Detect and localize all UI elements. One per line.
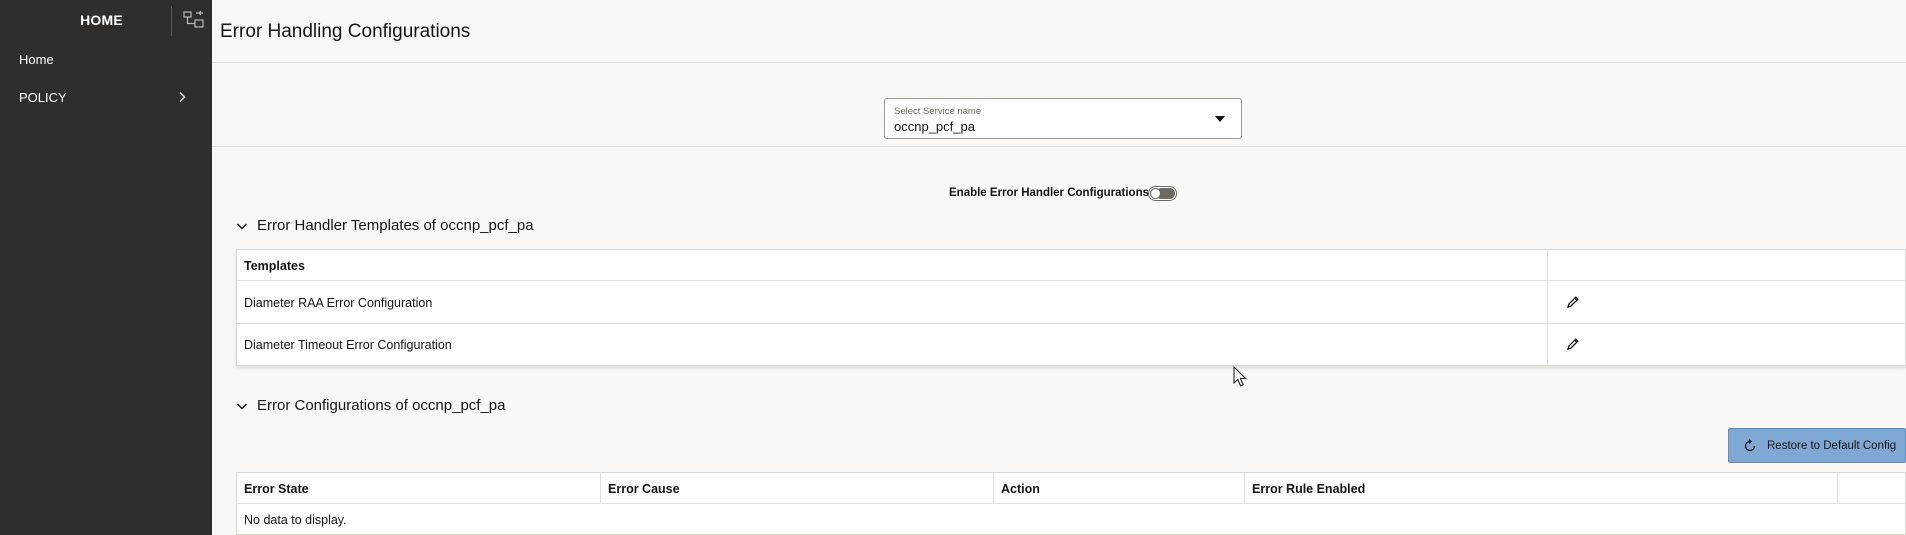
templates-section-title: Error Handler Templates of occnp_pcf_pa — [257, 217, 534, 234]
empty-table-message: No data to display. — [244, 513, 347, 527]
pencil-icon[interactable] — [1565, 336, 1581, 352]
sidebar-divider — [171, 6, 172, 36]
column-header-action[interactable]: Action — [994, 473, 1245, 504]
toggle-knob — [1150, 188, 1161, 199]
chevron-down-icon — [237, 403, 247, 410]
column-header-label: Error State — [244, 482, 309, 496]
restore-button-label: Restore to Default Config — [1767, 440, 1897, 452]
column-header-error-state[interactable]: Error State — [237, 473, 601, 504]
divider — [212, 146, 1906, 147]
sidebar-title: HOME — [80, 12, 123, 28]
table-header-row: Templates — [237, 250, 1905, 281]
column-header-label: Action — [1001, 482, 1040, 496]
service-select-value: occnp_pcf_pa — [894, 119, 975, 134]
error-config-table: Error State Error Cause Action Error Rul… — [236, 472, 1906, 535]
page-title: Error Handling Configurations — [220, 21, 471, 42]
sidebar-item-home[interactable]: Home — [0, 44, 212, 74]
enable-error-handler-toggle[interactable] — [1148, 186, 1177, 201]
chevron-right-icon — [179, 91, 186, 103]
table-header-row: Error State Error Cause Action Error Rul… — [237, 473, 1905, 504]
sidebar-header: HOME — [0, 0, 212, 40]
mouse-pointer-icon — [1233, 366, 1247, 387]
service-name-select[interactable]: Select Service name occnp_pcf_pa — [884, 98, 1242, 139]
template-name: Diameter RAA Error Configuration — [244, 296, 433, 310]
column-header-templates: Templates — [244, 259, 305, 273]
column-header-error-cause[interactable]: Error Cause — [601, 473, 994, 504]
column-header-label: Error Cause — [608, 482, 680, 496]
templates-table: Templates Diameter RAA Error Configurati… — [236, 249, 1906, 366]
template-name: Diameter Timeout Error Configuration — [244, 338, 452, 352]
sidebar-item-label: Home — [19, 52, 54, 67]
service-select-label: Select Service name — [894, 106, 982, 117]
config-section-title: Error Configurations of occnp_pcf_pa — [257, 397, 506, 414]
pencil-icon[interactable] — [1565, 294, 1581, 310]
column-header-error-rule-enabled[interactable]: Error Rule Enabled — [1245, 473, 1838, 504]
restore-default-config-button[interactable]: Restore to Default Config — [1728, 428, 1906, 463]
chevron-down-icon — [237, 223, 247, 230]
sidebar-item-label: POLICY — [19, 90, 67, 105]
refresh-icon — [1744, 439, 1756, 452]
sidebar-item-policy[interactable]: POLICY — [0, 82, 212, 112]
sidebar-collapse-icon[interactable] — [183, 10, 205, 30]
caret-down-icon — [1215, 116, 1225, 122]
page-header: Error Handling Configurations — [212, 0, 1906, 63]
enable-error-handler-label: Enable Error Handler Configurations — [949, 187, 1149, 199]
table-row: Diameter RAA Error Configuration — [237, 281, 1905, 324]
table-row: Diameter Timeout Error Configuration — [237, 324, 1905, 366]
sidebar: HOME Home POLICY — [0, 0, 212, 535]
column-header-label: Error Rule Enabled — [1252, 482, 1366, 496]
